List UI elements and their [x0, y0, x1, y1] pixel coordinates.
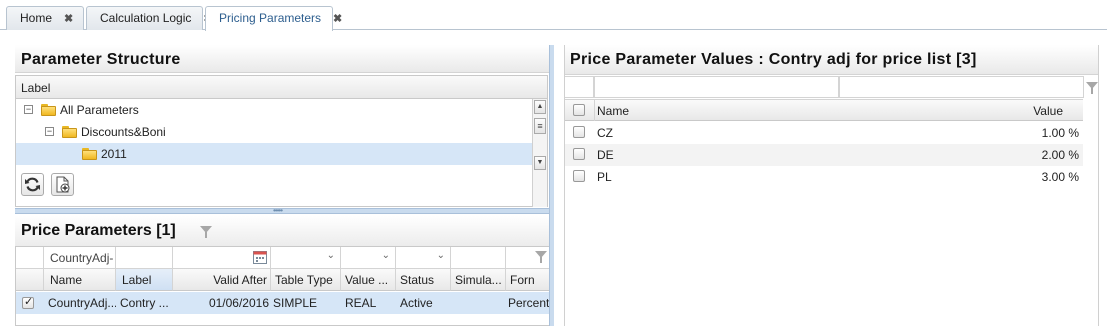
price-parameters-grid: CountryAdj- ⌄ ⌄ ⌄ Name Label Valid After…	[15, 246, 550, 326]
column-header-simulation[interactable]: Simula...	[451, 269, 506, 291]
chevron-down-icon: ⌄	[381, 250, 390, 261]
column-header-name[interactable]: Name	[44, 269, 116, 291]
column-header-name[interactable]: Name	[597, 104, 629, 118]
filter-name-input[interactable]	[594, 76, 839, 98]
scroll-down-icon[interactable]: ▼	[534, 156, 546, 170]
tree-scrollbar[interactable]: ▲ ≡ ▼	[532, 99, 547, 207]
collapse-icon[interactable]: −	[45, 127, 54, 136]
filter-value-input[interactable]	[839, 76, 1084, 98]
folder-icon	[41, 103, 56, 116]
cell-format: Percent	[506, 292, 549, 314]
row-checkbox[interactable]	[22, 295, 34, 309]
column-header-valid-after[interactable]: Valid After	[173, 269, 271, 291]
folder-icon	[82, 147, 97, 160]
cell-label: Contry ...	[116, 292, 173, 314]
cell-value: 3.00 %	[1041, 170, 1079, 184]
cell-table-type: SIMPLE	[271, 292, 341, 314]
calendar-icon[interactable]	[253, 250, 267, 264]
cell-name: PL	[597, 170, 612, 184]
close-icon[interactable]: ✖	[64, 12, 73, 25]
cell-simulation	[451, 292, 506, 314]
chevron-down-icon: ⌄	[326, 250, 335, 261]
price-parameters-title: Price Parameters [1]	[21, 222, 176, 239]
add-document-icon	[56, 176, 70, 193]
column-header-label[interactable]: Label	[116, 269, 173, 291]
cell-name: DE	[597, 148, 614, 162]
tab-home[interactable]: Home ✖	[6, 6, 84, 30]
column-header-value[interactable]: Value	[1033, 104, 1063, 118]
row-checkbox[interactable]	[573, 148, 585, 160]
cell-value: 1.00 %	[1041, 126, 1079, 140]
scroll-up-icon[interactable]: ▲	[534, 100, 546, 114]
row-checkbox[interactable]	[573, 126, 585, 138]
column-header-table-type[interactable]: Table Type	[271, 269, 341, 291]
tree-column-header[interactable]: Label	[16, 76, 547, 99]
vertical-splitter[interactable]	[549, 45, 554, 326]
table-row[interactable]: DE 2.00 %	[565, 144, 1083, 166]
tree-node-label: 2011	[101, 147, 127, 161]
tree-node-2011[interactable]: 2011	[16, 143, 533, 165]
refresh-button[interactable]	[21, 173, 44, 196]
filter-cell-select	[16, 247, 44, 269]
add-parameter-button[interactable]	[51, 173, 74, 196]
parameter-structure-title: Parameter Structure	[15, 45, 549, 73]
close-icon[interactable]: ✖	[333, 12, 342, 25]
tab-calculation-logic-label: Calculation Logic	[100, 11, 192, 25]
table-row[interactable]: PL 3.00 %	[565, 166, 1083, 188]
tab-bar: Home✖ Calculation Logic✖ Pricing Paramet…	[0, 0, 1107, 31]
folder-icon	[62, 125, 77, 138]
filter-table-type-select[interactable]: ⌄	[271, 247, 341, 269]
filter-icon[interactable]	[535, 251, 547, 263]
tab-calculation-logic[interactable]: Calculation Logic✖	[86, 6, 213, 30]
cell-value-type: REAL	[341, 292, 396, 314]
collapse-icon[interactable]: −	[24, 105, 33, 114]
column-header-value-type[interactable]: Value ...	[341, 269, 396, 291]
tree-node-discounts[interactable]: − Discounts&Boni	[16, 121, 547, 143]
filter-label-input[interactable]	[116, 247, 173, 269]
filter-cell-select	[565, 76, 594, 98]
cell-value: 2.00 %	[1041, 148, 1079, 162]
tree-node-label: All Parameters	[60, 103, 139, 117]
row-checkbox[interactable]	[573, 170, 585, 182]
tree-node-all-parameters[interactable]: − All Parameters	[16, 99, 547, 121]
cell-name: CountryAdj...	[44, 292, 116, 314]
filter-valid-after-input[interactable]	[173, 247, 271, 269]
filter-icon[interactable]	[200, 226, 212, 238]
right-panel: Price Parameter Values : Contry adj for …	[564, 45, 1099, 326]
grid-header-row: Name Value	[565, 99, 1083, 121]
column-header-format[interactable]: Forn	[506, 269, 549, 291]
filter-format-input[interactable]	[506, 247, 549, 269]
tab-pricing-parameters-label: Pricing Parameters	[219, 11, 322, 25]
scroll-thumb[interactable]: ≡	[534, 118, 546, 134]
column-header-status[interactable]: Status	[396, 269, 451, 291]
filter-icon[interactable]	[1086, 82, 1098, 94]
left-panel: Parameter Structure Label − All Paramete…	[15, 45, 550, 326]
table-row[interactable]: CZ 1.00 %	[565, 122, 1083, 144]
cell-status: Active	[396, 292, 451, 314]
price-parameter-values-title: Price Parameter Values : Contry adj for …	[565, 45, 1098, 75]
filter-name-input[interactable]: CountryAdj-	[44, 247, 116, 269]
select-all-checkbox[interactable]	[573, 104, 585, 116]
filter-simulation-input[interactable]	[451, 247, 506, 269]
tab-pricing-parameters[interactable]: Pricing Parameters ✖	[205, 6, 342, 31]
filter-status-select[interactable]: ⌄	[396, 247, 451, 269]
parameter-tree: Label − All Parameters − Discounts&Boni …	[15, 75, 548, 207]
splitter-grip[interactable]: •••••	[273, 207, 283, 215]
horizontal-splitter[interactable]: •••••	[15, 207, 550, 215]
tab-home-label: Home	[20, 11, 53, 25]
chevron-down-icon: ⌄	[436, 250, 445, 261]
price-parameter-values-grid: Name Value CZ 1.00 % DE 2.00 % PL 3.00 %	[565, 76, 1098, 326]
tree-node-label: Discounts&Boni	[81, 125, 166, 139]
refresh-icon	[25, 177, 40, 192]
header-select-all[interactable]	[16, 269, 44, 291]
row-select-cell[interactable]	[16, 292, 44, 314]
cell-name: CZ	[597, 126, 613, 140]
cell-valid-after: 01/06/2016	[173, 292, 271, 314]
price-parameters-header: Price Parameters [1]	[15, 216, 550, 246]
filter-value-type-select[interactable]: ⌄	[341, 247, 396, 269]
